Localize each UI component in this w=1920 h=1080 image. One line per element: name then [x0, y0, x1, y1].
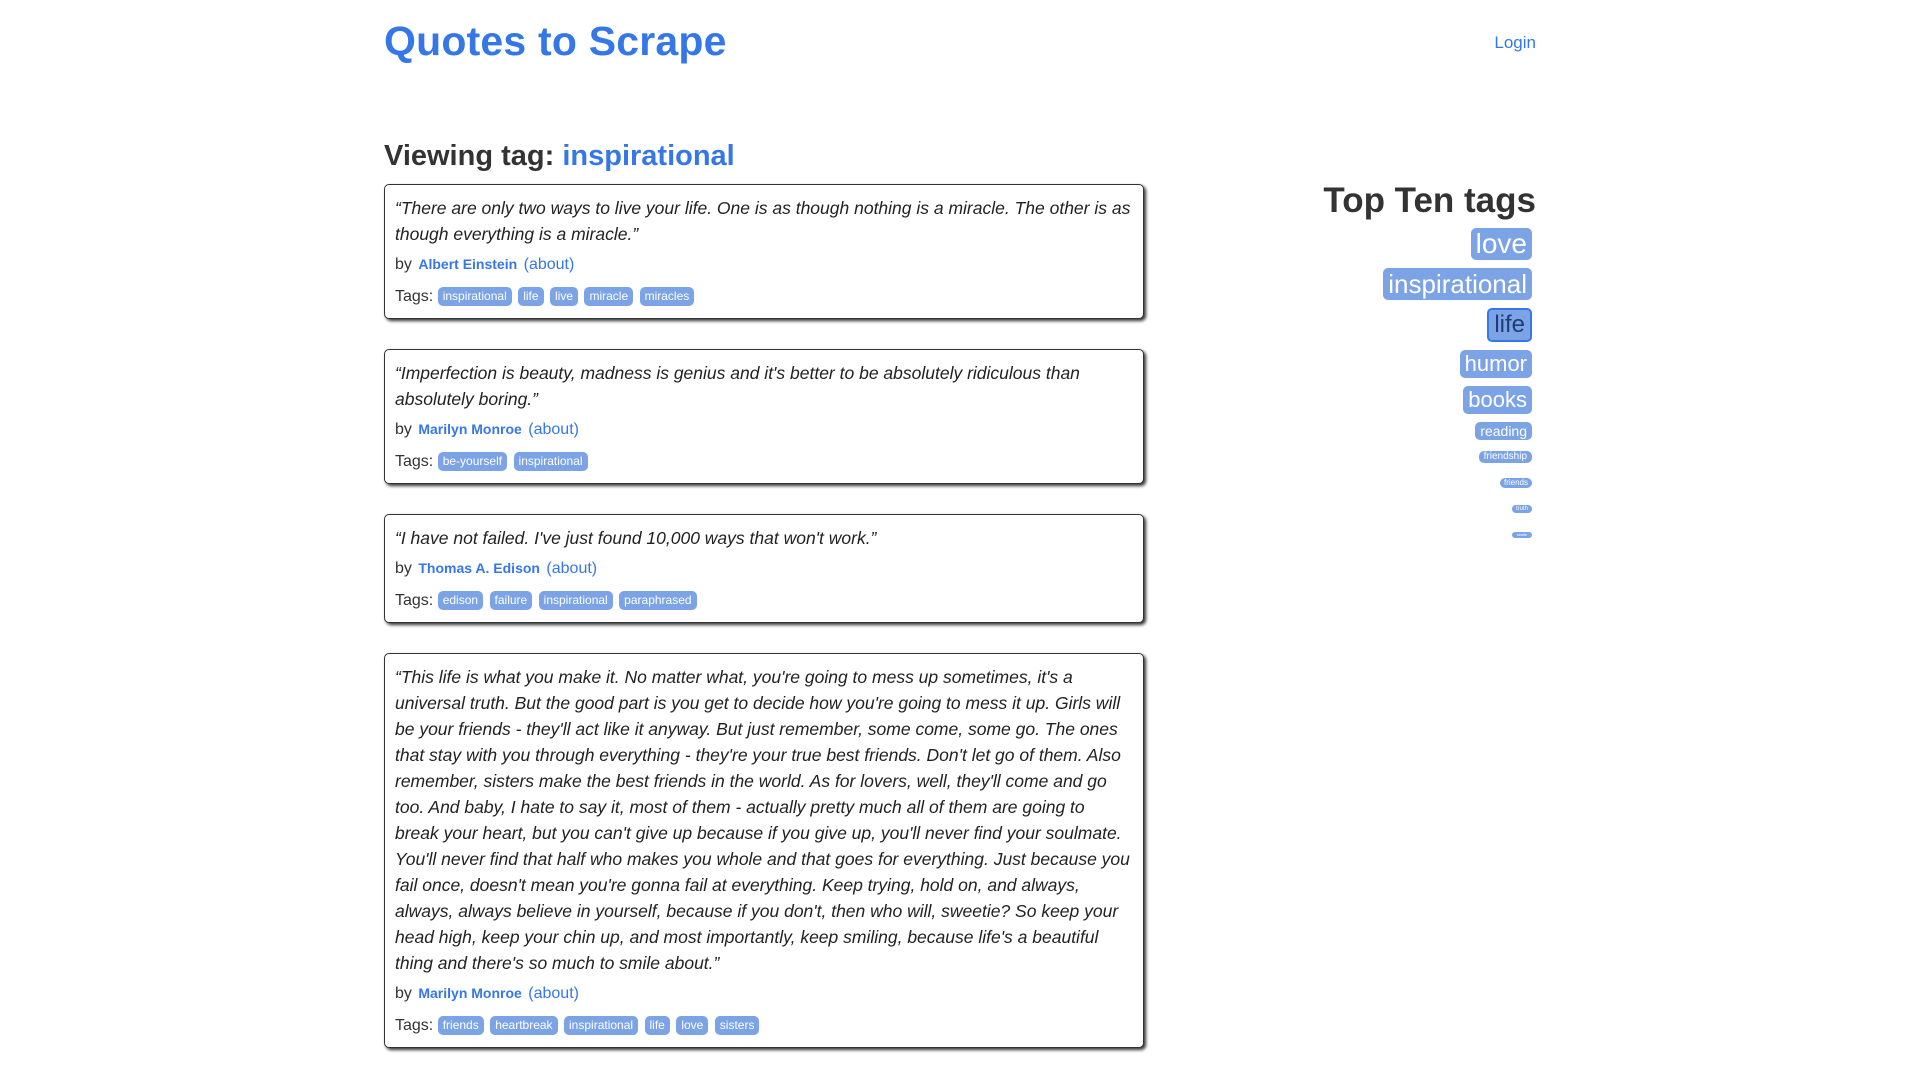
tag-cloud-item: life — [1196, 308, 1532, 342]
quotes-list: “There are only two ways to live your li… — [384, 184, 1144, 1048]
quote-tag[interactable]: inspirational — [513, 452, 588, 472]
quote-author: Albert Einstein — [418, 256, 518, 272]
author-about-link[interactable]: (about) — [528, 421, 579, 438]
quote-byline: by Albert Einstein (about) — [395, 251, 1133, 278]
tag-cloud-item: reading — [1196, 422, 1532, 440]
viewing-tag-heading: Viewing tag: inspirational — [384, 124, 1144, 184]
quote-tag[interactable]: inspirational — [437, 287, 512, 307]
site-title-link[interactable]: Quotes to Scrape — [384, 18, 727, 65]
page-container: Quotes to Scrape Login Viewing tag: insp… — [384, 0, 1536, 1048]
quote-author: Marilyn Monroe — [418, 421, 522, 437]
quote-card: “This life is what you make it. No matte… — [384, 653, 1144, 1048]
by-label: by — [395, 985, 412, 1002]
tag-cloud-link[interactable]: humor — [1459, 350, 1532, 378]
quote-tag[interactable]: sisters — [714, 1016, 760, 1036]
quote-tag[interactable]: friends — [437, 1016, 484, 1036]
tag-cloud-item: friendship — [1196, 448, 1532, 466]
quote-card: “I have not failed. I've just found 10,0… — [384, 514, 1144, 623]
quote-tag[interactable]: heartbreak — [490, 1016, 558, 1036]
quote-byline: by Marilyn Monroe (about) — [395, 980, 1133, 1007]
tag-cloud-link[interactable]: truth — [1511, 505, 1532, 513]
viewing-tag-prefix: Viewing tag: — [384, 140, 563, 172]
quote-tag[interactable]: inspirational — [564, 1016, 639, 1036]
quote-text: “Imperfection is beauty, madness is geni… — [395, 363, 1080, 409]
tag-cloud-link[interactable]: friendship — [1478, 451, 1532, 463]
quotes-column: Viewing tag: inspirational “There are on… — [384, 124, 1144, 1078]
tag-cloud-item: love — [1196, 228, 1532, 260]
quote-tag[interactable]: miracles — [639, 287, 695, 307]
author-about-link[interactable]: (about) — [546, 560, 597, 577]
tag-cloud-item: humor — [1196, 350, 1532, 378]
tag-cloud-link[interactable]: inspirational — [1383, 268, 1532, 300]
quote-tag[interactable]: paraphrased — [619, 591, 697, 611]
by-label: by — [395, 560, 412, 577]
quote-author: Thomas A. Edison — [418, 560, 540, 576]
tags-label: Tags: — [395, 288, 434, 305]
tags-label: Tags: — [395, 592, 434, 609]
tag-cloud-item: friends — [1196, 474, 1532, 492]
login-link[interactable]: Login — [1494, 33, 1536, 53]
tags-label: Tags: — [395, 453, 434, 470]
tag-cloud-item: inspirational — [1196, 268, 1532, 300]
quote-text: “This life is what you make it. No matte… — [395, 667, 1130, 973]
tag-cloud: love inspirational life humor books reading fr… — [1196, 228, 1536, 544]
author-about-link[interactable]: (about) — [524, 256, 575, 273]
author-about-link[interactable]: (about) — [528, 985, 579, 1002]
quote-tag[interactable]: miracle — [584, 287, 634, 307]
tag-cloud-link[interactable]: life — [1487, 308, 1532, 342]
tag-cloud-item: books — [1196, 386, 1532, 414]
tag-cloud-item: truth — [1196, 500, 1532, 518]
quote-tag[interactable]: love — [676, 1016, 709, 1036]
quote-byline: by Thomas A. Edison (about) — [395, 555, 1133, 582]
tag-cloud-link[interactable]: simile — [1511, 532, 1532, 538]
quote-card: “Imperfection is beauty, madness is geni… — [384, 349, 1144, 484]
top-tags-sidebar: Top Ten tags love inspirational life humor b… — [1196, 124, 1536, 552]
quote-tag[interactable]: live — [550, 287, 579, 307]
quote-tags: Tags: inspirational life live miracle mi… — [395, 284, 1133, 310]
quote-text: “There are only two ways to live your li… — [395, 198, 1131, 244]
tag-cloud-link[interactable]: friends — [1499, 478, 1532, 488]
tag-cloud-link[interactable]: reading — [1475, 422, 1532, 440]
quote-tag[interactable]: failure — [489, 591, 533, 611]
quote-tags: Tags: friends heartbreak inspirational l… — [395, 1013, 1133, 1039]
quote-tag[interactable]: inspirational — [538, 591, 613, 611]
quote-tag[interactable]: life — [518, 287, 544, 307]
header: Quotes to Scrape Login — [384, 0, 1536, 124]
quote-tags: Tags: be-yourself inspirational — [395, 449, 1133, 475]
quote-byline: by Marilyn Monroe (about) — [395, 416, 1133, 443]
tags-label: Tags: — [395, 1017, 434, 1034]
quote-tags: Tags: edison failure inspirational parap… — [395, 588, 1133, 614]
viewing-tag-link[interactable]: inspirational — [562, 140, 734, 172]
by-label: by — [395, 421, 412, 438]
tag-cloud-item: simile — [1196, 526, 1532, 544]
quote-tag[interactable]: be-yourself — [437, 452, 508, 472]
quote-tag[interactable]: edison — [437, 591, 484, 611]
tag-cloud-link[interactable]: love — [1470, 228, 1532, 260]
quote-card: “There are only two ways to live your li… — [384, 184, 1144, 319]
quote-author: Marilyn Monroe — [418, 985, 522, 1001]
quote-tag[interactable]: life — [644, 1016, 670, 1036]
by-label: by — [395, 256, 412, 273]
top-tags-title: Top Ten tags — [1323, 181, 1536, 220]
tag-cloud-link[interactable]: books — [1463, 386, 1532, 414]
quote-text: “I have not failed. I've just found 10,0… — [395, 528, 877, 548]
